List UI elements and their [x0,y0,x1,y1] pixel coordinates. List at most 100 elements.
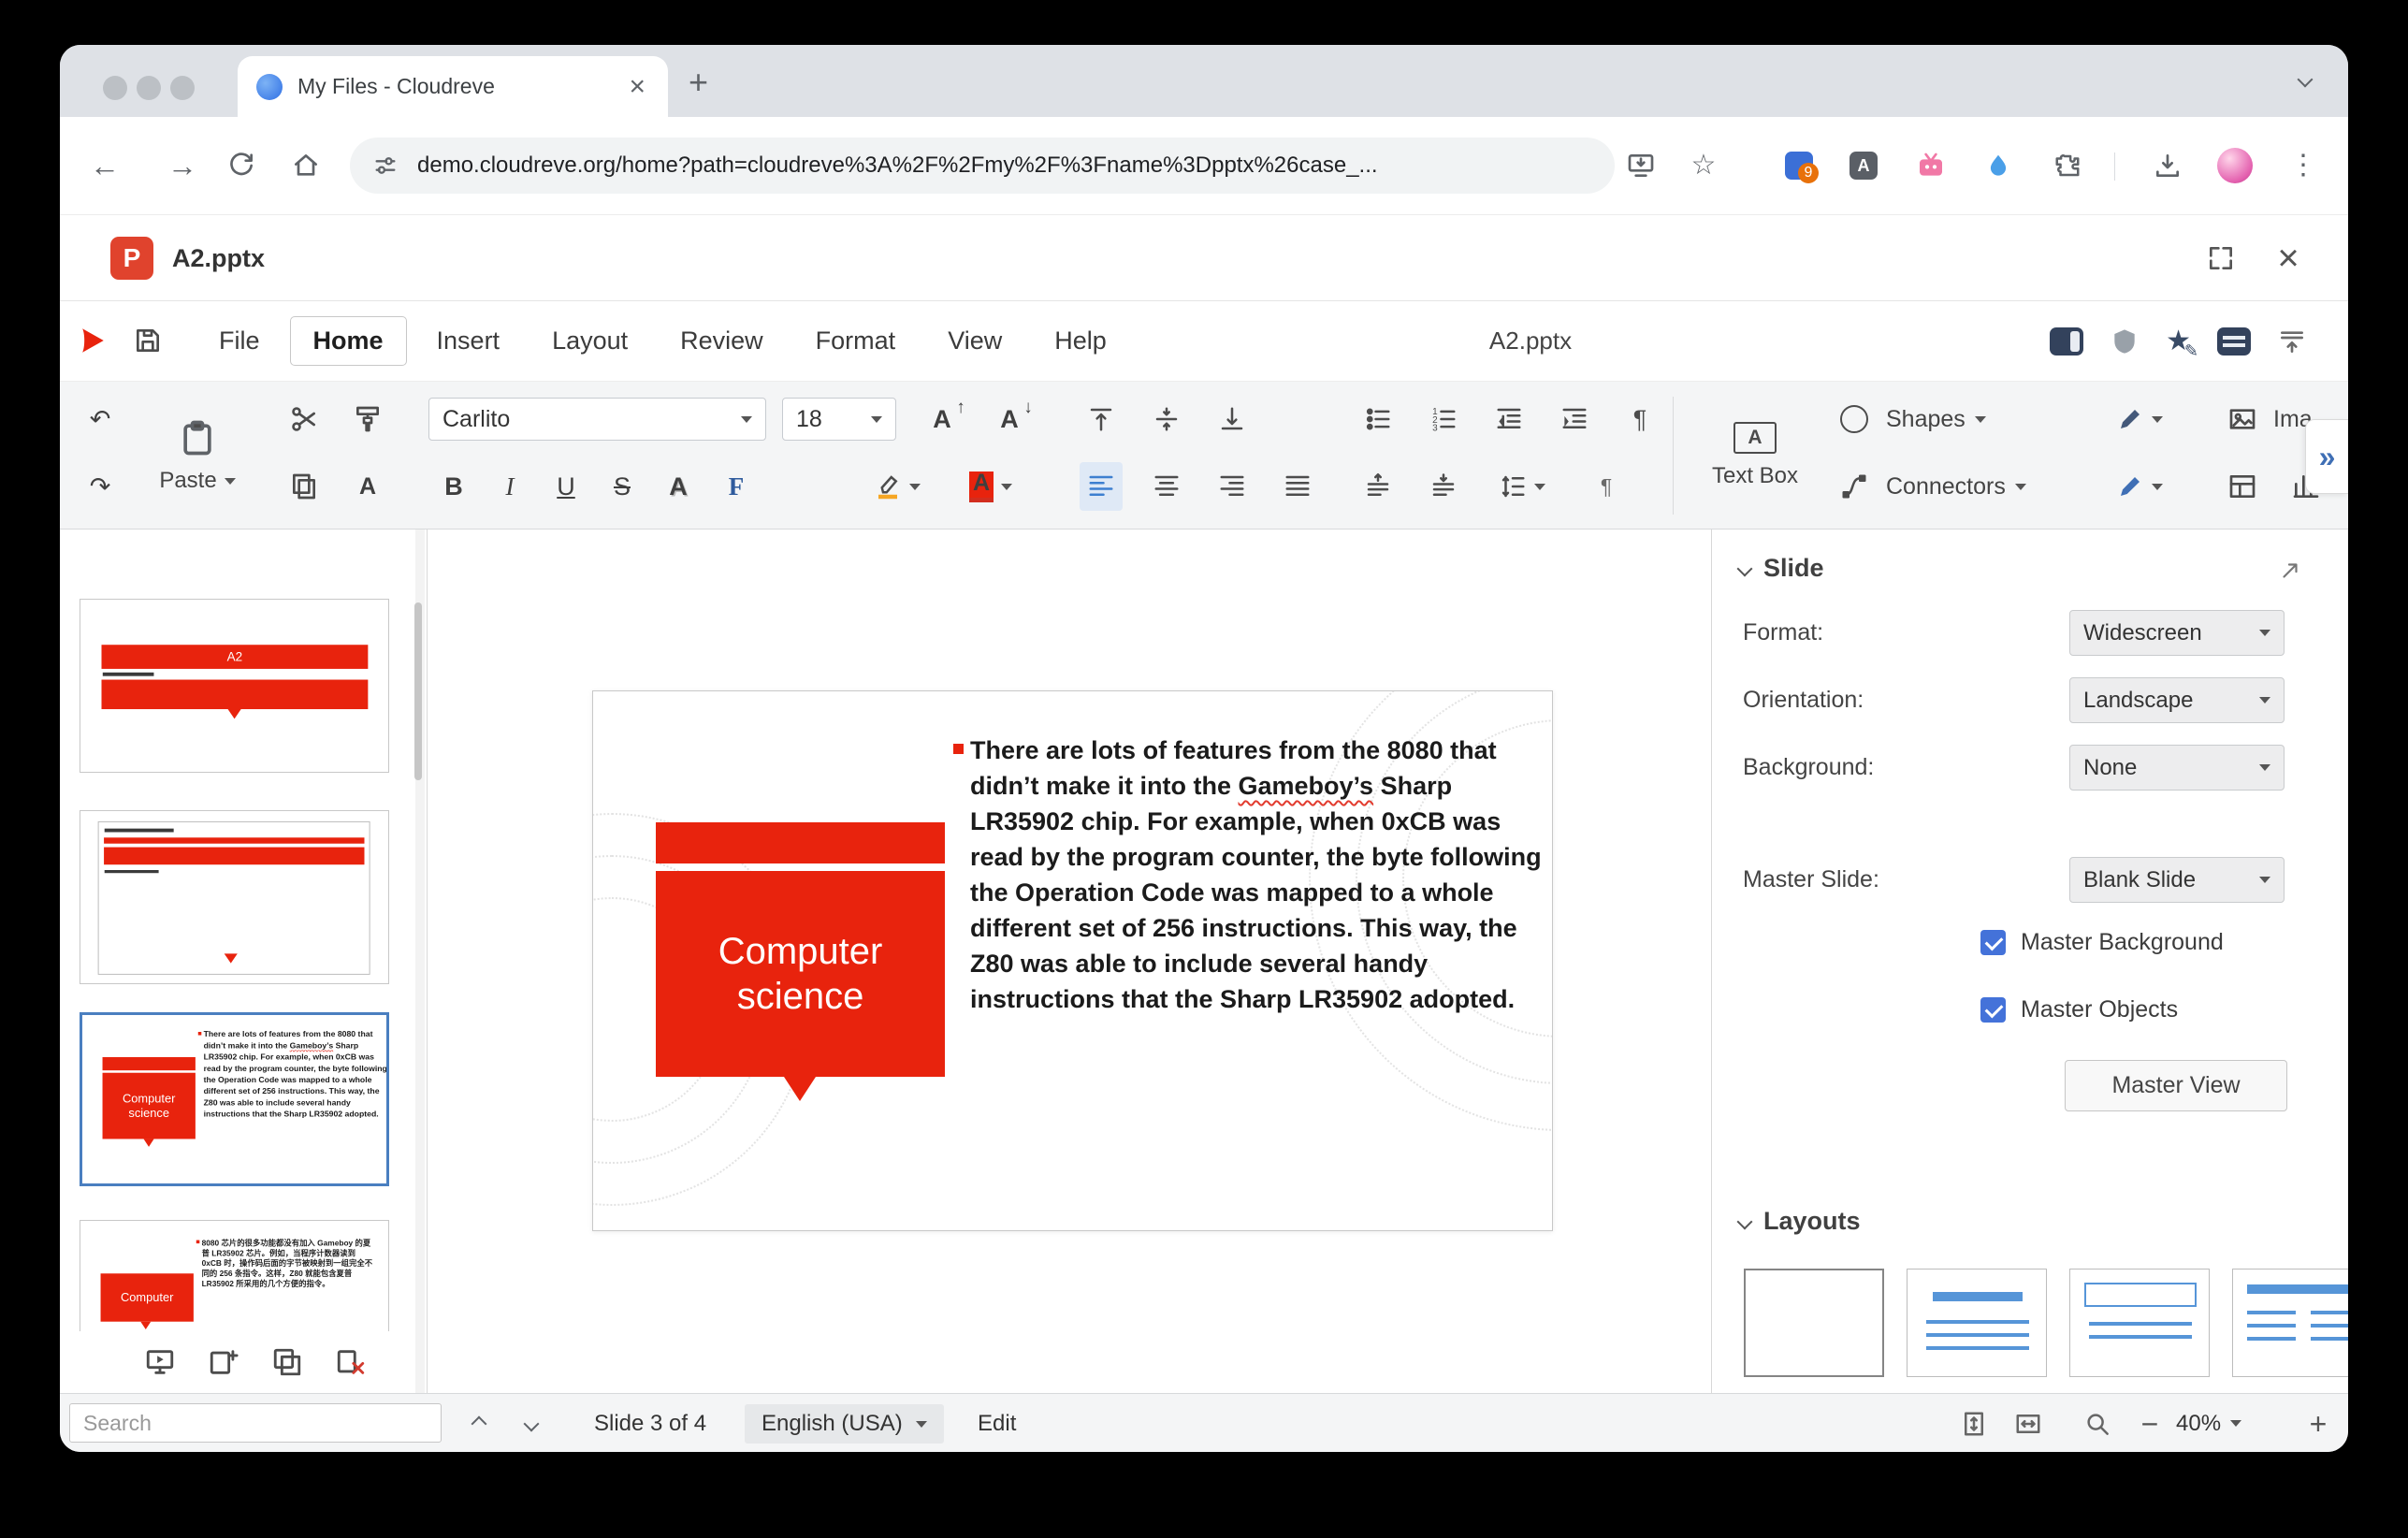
shield-icon[interactable] [2110,326,2140,356]
font-name-select[interactable]: Carlito [428,398,766,441]
copy-button[interactable] [283,462,326,511]
menu-format[interactable]: Format [793,317,919,365]
menu-help[interactable]: Help [1032,317,1129,365]
window-zoom-button[interactable] [170,76,195,100]
align-bottom-button[interactable] [1211,395,1254,443]
slide-thumbnail-3-selected[interactable]: Computer science There are lots of featu… [80,1012,389,1186]
slide-sheet[interactable]: Computer science There are lots of featu… [592,690,1553,1231]
master-view-button[interactable]: Master View [2065,1060,2287,1111]
tab-search-button[interactable] [2299,73,2311,90]
increase-font-button[interactable]: A↑ [921,395,964,443]
downloads-button[interactable] [2147,145,2188,186]
pen-draw-button[interactable] [2105,395,2174,443]
site-settings-icon[interactable] [372,152,399,179]
slide-title-shape[interactable]: Computer science [656,871,945,1077]
menu-view[interactable]: View [925,317,1024,365]
delete-slide-button[interactable] [329,1338,372,1386]
text-box-button[interactable]: Text Box [1690,393,1821,518]
forward-button[interactable]: → [162,145,203,186]
layouts-section-header[interactable]: Layouts [1739,1207,1861,1236]
zoom-out-button[interactable]: − [2133,1407,2167,1441]
thumbnail-scrollbar-thumb[interactable] [414,602,422,780]
extensions-menu-button[interactable] [2047,145,2088,186]
layout-option-blank[interactable] [1744,1269,1884,1377]
fit-width-button[interactable] [2011,1407,2045,1441]
new-tab-button[interactable]: + [689,65,708,99]
menu-insert[interactable]: Insert [414,317,523,365]
interface-theme-icon[interactable] [2050,327,2083,355]
insert-paragraph-mark-button[interactable]: ¶ [1618,395,1661,443]
slide-canvas[interactable]: Computer science There are lots of featu… [428,530,1711,1393]
toolbar-overflow-button[interactable]: » [2305,419,2348,494]
language-select[interactable]: English (USA) [745,1404,944,1444]
highlighter-draw-button[interactable] [2105,462,2174,511]
bold-button[interactable]: B [432,462,475,511]
reload-button[interactable] [221,145,262,186]
paste-button[interactable]: Paste [142,393,253,518]
viewer-close-button[interactable]: × [2268,238,2309,279]
font-color-button[interactable] [958,462,1023,511]
slide-body-textbox[interactable]: There are lots of features from the 8080… [970,734,1553,1019]
align-top-button[interactable] [1080,395,1123,443]
align-middle-button[interactable] [1145,395,1188,443]
editor-logo-button[interactable] [71,320,112,361]
font-style-button[interactable]: F [715,462,758,511]
extension-1-button[interactable]: 9 [1778,145,1820,186]
slide-section-header[interactable]: Slide [1739,554,1824,583]
profile-button[interactable] [2214,145,2256,186]
install-app-button[interactable] [1620,145,1661,186]
bullet-list-button[interactable] [1356,395,1400,443]
format-select[interactable]: Widescreen [2069,610,2285,656]
align-right-button[interactable] [1211,462,1254,511]
align-justify-button[interactable] [1276,462,1319,511]
layout-option-section-header[interactable] [2069,1269,2210,1377]
window-minimize-button[interactable] [137,76,161,100]
paragraph-settings-button[interactable]: ¶ [1585,462,1628,511]
next-slide-button[interactable] [515,1407,548,1441]
save-button[interactable] [127,320,168,361]
url-bar[interactable]: demo.cloudreve.org/home?path=cloudreve%3… [350,138,1615,194]
background-select[interactable]: None [2069,745,2285,791]
tab-close-button[interactable]: × [625,73,649,101]
master-objects-checkbox[interactable] [1980,997,2006,1023]
master-slide-select[interactable]: Blank Slide [2069,857,2285,903]
orientation-select[interactable]: Landscape [2069,677,2285,723]
italic-button[interactable]: I [488,462,531,511]
undo-button[interactable]: ↶ [79,395,122,443]
actual-size-button[interactable] [2081,1407,2114,1441]
favorites-pen-icon[interactable]: ★✎ [2166,327,2191,355]
menu-layout[interactable]: Layout [529,317,650,365]
cut-button[interactable] [283,395,326,443]
add-slide-button[interactable] [202,1338,245,1386]
extension-2-button[interactable]: A [1843,145,1884,186]
increase-indent-button[interactable] [1553,395,1596,443]
home-button[interactable] [285,145,326,186]
viewer-expand-button[interactable] [2200,238,2241,279]
zoom-select[interactable]: 40% [2176,1394,2241,1452]
collapse-toolbar-icon[interactable] [2277,326,2307,356]
decrease-indent-button[interactable] [1487,395,1530,443]
strikethrough-button[interactable]: S [601,462,644,511]
font-size-select[interactable]: 18 [782,398,896,441]
slide-thumbnail-2[interactable] [80,810,389,984]
previous-slide-button[interactable] [462,1407,496,1441]
connectors-icon-button[interactable] [1833,462,1876,511]
slide-thumbnail-1[interactable]: A2 [80,599,389,773]
image-placeholder-button[interactable] [2221,462,2264,511]
align-left-button[interactable] [1080,462,1123,511]
line-spacing-button[interactable] [1487,462,1557,511]
thumbnail-scrollbar-track[interactable] [415,530,425,1393]
back-button[interactable]: ← [84,145,125,186]
highlight-color-button[interactable] [864,462,930,511]
browser-menu-button[interactable]: ⋮ [2283,145,2324,186]
clear-style-button[interactable] [346,462,389,511]
connectors-dropdown[interactable]: Connectors [1886,462,2026,511]
shapes-dropdown[interactable]: Shapes [1886,395,1986,443]
copy-style-button[interactable] [346,395,389,443]
align-center-button[interactable] [1145,462,1188,511]
extension-4-button[interactable] [1978,145,2019,186]
image-button[interactable] [2221,395,2264,443]
layout-option-title-content[interactable] [1907,1269,2047,1377]
paragraph-space-decrease-button[interactable] [1422,462,1465,511]
menu-review[interactable]: Review [658,317,786,365]
